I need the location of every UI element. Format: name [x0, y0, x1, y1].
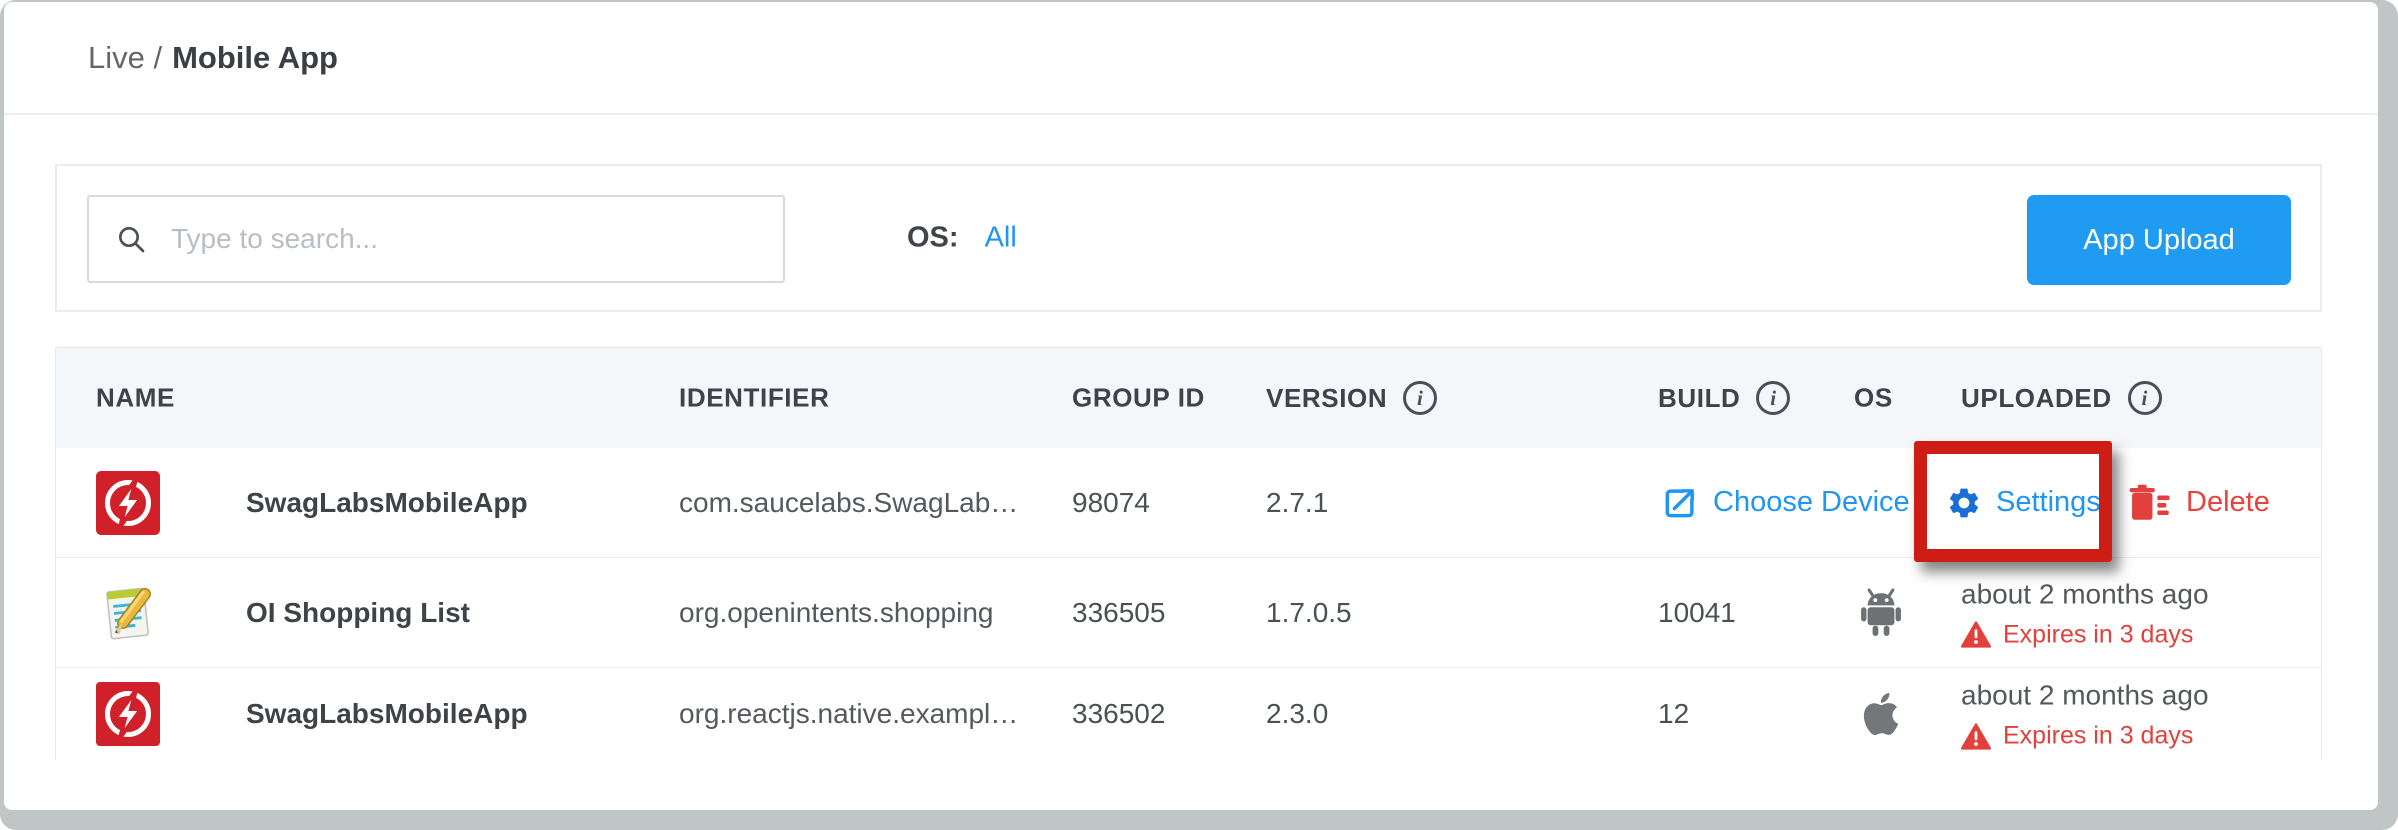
app-name: OI Shopping List — [246, 597, 470, 629]
trash-icon — [2128, 483, 2172, 523]
uploaded-cell: about 2 months ago Expires in 3 days — [1961, 678, 2209, 751]
os-filter: OS: All — [907, 222, 1017, 255]
breadcrumb-section[interactable]: Live / — [88, 40, 162, 76]
apps-table: NAME IDENTIFIER GROUP ID VERSIONi BUILDi… — [55, 347, 2322, 760]
table-header-version: VERSIONi — [1266, 381, 1437, 415]
app-identifier: org.openintents.shopping — [679, 597, 993, 629]
app-identifier: org.reactjs.native.exampl… — [679, 698, 1018, 730]
table-header-os: OS — [1854, 383, 1893, 414]
swaglabs-app-icon — [96, 471, 160, 535]
build-info-icon[interactable]: i — [1756, 381, 1790, 415]
table-header-build: BUILDi — [1658, 381, 1790, 415]
table-header-identifier: IDENTIFIER — [679, 383, 829, 414]
table-header-name: NAME — [96, 383, 175, 414]
app-window: Live / Mobile App OS: All App Upload NAM… — [4, 2, 2378, 810]
expires-warning: Expires in 3 days — [1961, 620, 2209, 649]
uploaded-time: about 2 months ago — [1961, 576, 2209, 612]
app-row-swaglabs-1[interactable]: SwagLabsMobileApp com.saucelabs.SwagLab…… — [56, 448, 2321, 557]
uploaded-info-icon[interactable]: i — [2128, 381, 2162, 415]
app-identifier: com.saucelabs.SwagLab… — [679, 487, 1018, 519]
swaglabs-app-icon — [96, 682, 160, 746]
build: 12 — [1658, 698, 1689, 730]
build: 10041 — [1658, 597, 1736, 629]
os-filter-label: OS: — [907, 222, 959, 255]
warning-icon — [1961, 722, 1991, 750]
app-row-oi-shopping[interactable]: OI Shopping List org.openintents.shoppin… — [56, 557, 2321, 667]
delete-link[interactable]: Delete — [2128, 483, 2270, 523]
shopping-list-app-icon — [96, 581, 160, 645]
group-id: 98074 — [1072, 487, 1150, 519]
external-link-icon — [1661, 484, 1699, 522]
group-id: 336505 — [1072, 597, 1165, 629]
version-info-icon[interactable]: i — [1403, 381, 1437, 415]
breadcrumb: Live / Mobile App — [4, 2, 2378, 115]
breadcrumb-page: Mobile App — [172, 40, 338, 76]
os-filter-all-link[interactable]: All — [985, 222, 1017, 255]
group-id: 336502 — [1072, 698, 1165, 730]
gear-icon — [1946, 485, 1982, 521]
search-box[interactable] — [87, 195, 785, 283]
apple-os-icon — [1846, 692, 1916, 736]
app-name: SwagLabsMobileApp — [246, 487, 528, 519]
app-upload-button[interactable]: App Upload — [2027, 195, 2291, 285]
search-input[interactable] — [171, 197, 783, 281]
version: 2.3.0 — [1266, 698, 1328, 730]
filter-toolbar: OS: All App Upload — [55, 164, 2322, 312]
uploaded-cell: about 2 months ago Expires in 3 days — [1961, 576, 2209, 649]
search-icon — [115, 223, 147, 255]
android-os-icon — [1846, 588, 1916, 638]
app-name: SwagLabsMobileApp — [246, 698, 528, 730]
version: 1.7.0.5 — [1266, 597, 1352, 629]
uploaded-time: about 2 months ago — [1961, 678, 2209, 714]
table-header-group-id: GROUP ID — [1072, 383, 1205, 414]
table-header-uploaded: UPLOADEDi — [1961, 381, 2162, 415]
choose-device-link[interactable]: Choose Device — [1661, 484, 1910, 522]
warning-icon — [1961, 621, 1991, 649]
app-row-swaglabs-2[interactable]: SwagLabsMobileApp org.reactjs.native.exa… — [56, 667, 2321, 760]
expires-warning: Expires in 3 days — [1961, 722, 2209, 751]
settings-link[interactable]: Settings — [1946, 485, 2101, 521]
window-frame: Live / Mobile App OS: All App Upload NAM… — [0, 0, 2398, 830]
version: 2.7.1 — [1266, 487, 1328, 519]
table-header-row: NAME IDENTIFIER GROUP ID VERSIONi BUILDi… — [56, 348, 2321, 448]
